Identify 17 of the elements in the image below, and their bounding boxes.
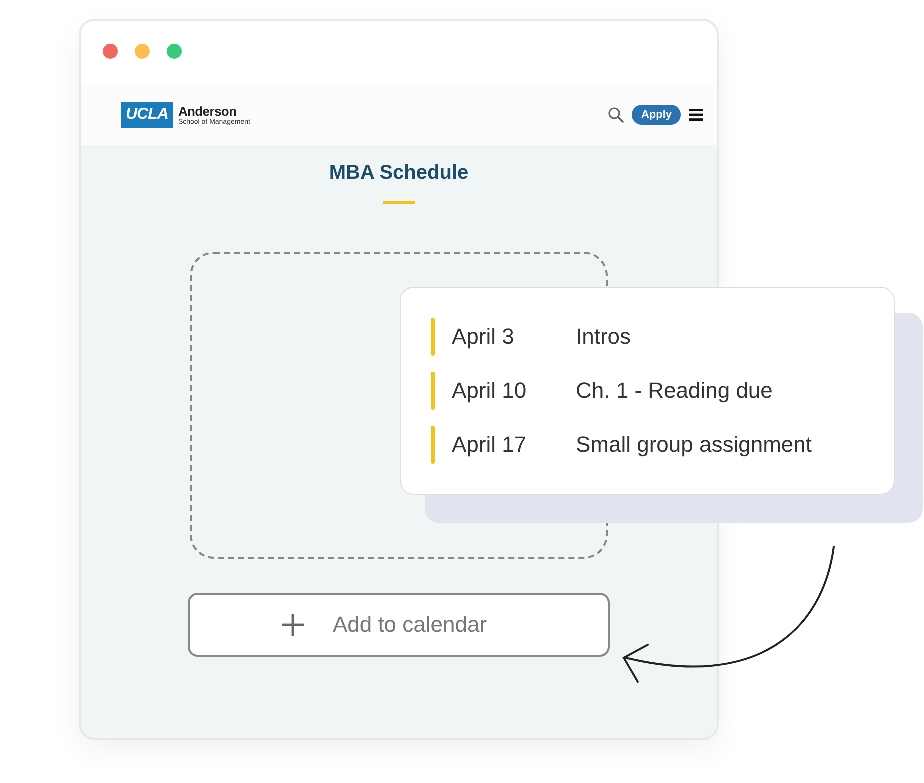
event-title: Ch. 1 - Reading due	[576, 378, 773, 404]
close-icon[interactable]	[103, 44, 118, 58]
event-date: April 17	[452, 432, 528, 458]
maximize-icon[interactable]	[167, 44, 182, 58]
event-title: Small group assignment	[576, 432, 812, 458]
event-date: April 10	[452, 378, 528, 404]
logo-mark[interactable]: UCLA	[121, 102, 174, 128]
logo-name: Anderson	[178, 104, 238, 118]
minimize-icon[interactable]	[135, 44, 150, 58]
search-icon[interactable]	[608, 107, 624, 123]
apply-button[interactable]: Apply	[632, 105, 681, 125]
plus-icon	[280, 613, 305, 637]
event-title: Intros	[576, 324, 632, 350]
page-title: MBA Schedule	[329, 162, 469, 185]
event-date: April 3	[452, 324, 516, 350]
add-to-calendar-button[interactable]: Add to calendar	[188, 593, 610, 657]
menu-icon[interactable]	[689, 109, 703, 121]
